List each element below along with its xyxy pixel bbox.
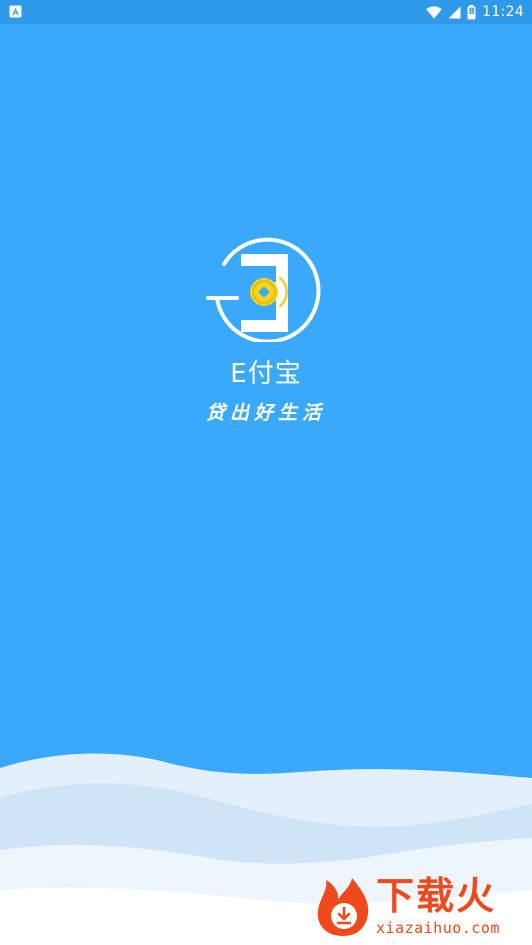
status-bar: 8 11:24 <box>0 0 532 24</box>
watermark-title: 下载火 <box>376 874 497 918</box>
slogan: 贷出好生活 <box>205 402 326 424</box>
flame-download-icon <box>317 878 369 936</box>
battery-level: 8 <box>468 6 475 17</box>
splash-screen: 8 11:24 E付宝 贷出好生活 下载火 xiazaihuo.com <box>0 0 532 945</box>
status-icons: 8 11:24 <box>426 2 524 22</box>
wifi-icon <box>426 5 442 18</box>
app-logo <box>206 237 321 342</box>
watermark: 下载火 xiazaihuo.com <box>312 872 528 942</box>
signal-icon <box>448 6 461 18</box>
watermark-url: xiazaihuo.com <box>376 919 500 937</box>
battery-icon: 8 <box>467 4 476 20</box>
notification-a-icon <box>9 5 22 18</box>
brand-name: E付宝 <box>230 359 302 389</box>
status-time: 11:24 <box>482 4 524 20</box>
